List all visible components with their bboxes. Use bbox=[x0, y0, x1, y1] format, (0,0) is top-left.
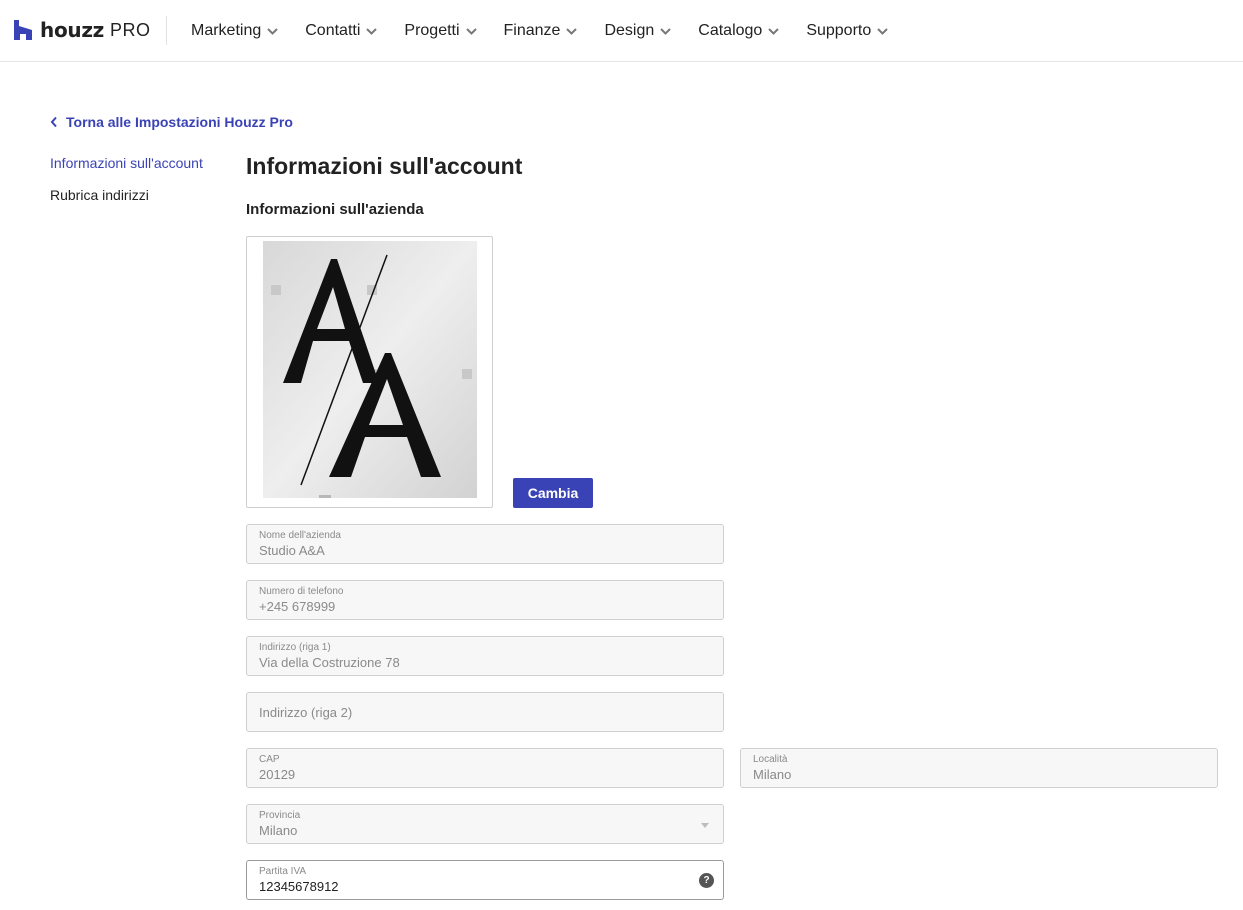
city-value: Milano bbox=[753, 767, 792, 782]
province-label: Provincia bbox=[259, 810, 301, 821]
address-line1-label: Indirizzo (riga 1) bbox=[259, 642, 331, 653]
phone-value: +245 678999 bbox=[259, 599, 336, 614]
nav-item-supporto[interactable]: Supporto bbox=[806, 22, 888, 40]
brand-name: houzz bbox=[40, 18, 104, 42]
nav-item-label: Progetti bbox=[404, 22, 460, 39]
province-value: Milano bbox=[259, 823, 298, 838]
city-field[interactable]: Località Milano bbox=[740, 748, 1218, 788]
houzz-logo-icon bbox=[14, 20, 32, 40]
chevron-down-icon bbox=[465, 27, 477, 35]
chevron-down-icon bbox=[768, 27, 780, 35]
cap-field[interactable]: CAP 20129 bbox=[246, 748, 724, 788]
nav-item-catalogo[interactable]: Catalogo bbox=[698, 22, 780, 40]
change-logo-button[interactable]: Cambia bbox=[513, 478, 593, 508]
nav-item-progetti[interactable]: Progetti bbox=[404, 22, 477, 40]
chevron-left-icon bbox=[50, 116, 57, 128]
chevron-down-icon bbox=[267, 27, 278, 35]
nav-item-label: Catalogo bbox=[698, 22, 763, 39]
nav-item-label: Marketing bbox=[191, 22, 262, 39]
nav-item-label: Contatti bbox=[305, 22, 361, 39]
phone-label: Numero di telefono bbox=[259, 586, 344, 597]
houzz-pro-logo[interactable]: houzz PRO bbox=[14, 17, 151, 43]
help-icon[interactable]: ? bbox=[699, 873, 714, 888]
dropdown-caret-icon bbox=[701, 823, 709, 828]
chevron-down-icon bbox=[566, 27, 578, 35]
settings-sidenav: Informazioni sull'account Rubrica indiri… bbox=[50, 154, 203, 218]
chevron-down-icon bbox=[660, 27, 671, 35]
city-label: Località bbox=[753, 754, 788, 765]
chevron-down-icon bbox=[877, 27, 888, 35]
page-title: Informazioni sull'account bbox=[246, 153, 523, 179]
nav-item-label: Design bbox=[604, 22, 655, 39]
sidenav-item-account-info[interactable]: Informazioni sull'account bbox=[50, 154, 203, 186]
company-name-value: Studio A&A bbox=[259, 543, 325, 558]
brand-suffix: PRO bbox=[110, 19, 151, 40]
nav-item-design[interactable]: Design bbox=[604, 22, 671, 40]
main-nav: Marketing Contatti Progetti Finanze Desi… bbox=[191, 0, 915, 62]
nav-item-label: Supporto bbox=[806, 22, 872, 39]
top-navigation-bar: houzz PRO Marketing Contatti Progetti Fi… bbox=[0, 0, 1243, 62]
nav-item-label: Finanze bbox=[503, 22, 561, 39]
chevron-down-icon bbox=[366, 27, 378, 35]
province-select[interactable]: Provincia Milano bbox=[246, 804, 724, 844]
nav-divider bbox=[166, 16, 167, 45]
vat-number-label: Partita IVA bbox=[259, 866, 307, 877]
company-name-field[interactable]: Nome dell'azienda Studio A&A bbox=[246, 524, 724, 564]
address-line2-field[interactable]: Indirizzo (riga 2) bbox=[246, 692, 724, 732]
back-to-settings-link[interactable]: Torna alle Impostazioni Houzz Pro bbox=[50, 114, 293, 130]
vat-number-value: 12345678912 bbox=[259, 879, 339, 894]
address-line1-value: Via della Costruzione 78 bbox=[259, 655, 400, 670]
company-logo-frame bbox=[246, 236, 493, 508]
cap-label: CAP bbox=[259, 754, 280, 765]
nav-item-contatti[interactable]: Contatti bbox=[305, 22, 378, 40]
nav-item-marketing[interactable]: Marketing bbox=[191, 22, 278, 40]
nav-item-finanze[interactable]: Finanze bbox=[504, 22, 578, 40]
back-link-label: Torna alle Impostazioni Houzz Pro bbox=[66, 114, 293, 130]
phone-field[interactable]: Numero di telefono +245 678999 bbox=[246, 580, 724, 620]
sidenav-item-address-book[interactable]: Rubrica indirizzi bbox=[50, 186, 203, 218]
vat-number-field[interactable]: Partita IVA 12345678912 ? bbox=[246, 860, 724, 900]
address-line1-field[interactable]: Indirizzo (riga 1) Via della Costruzione… bbox=[246, 636, 724, 676]
company-logo-image bbox=[263, 241, 477, 498]
address-line2-placeholder: Indirizzo (riga 2) bbox=[259, 705, 353, 720]
cap-value: 20129 bbox=[259, 767, 296, 782]
company-name-label: Nome dell'azienda bbox=[259, 530, 341, 541]
section-title: Informazioni sull'azienda bbox=[246, 201, 424, 218]
